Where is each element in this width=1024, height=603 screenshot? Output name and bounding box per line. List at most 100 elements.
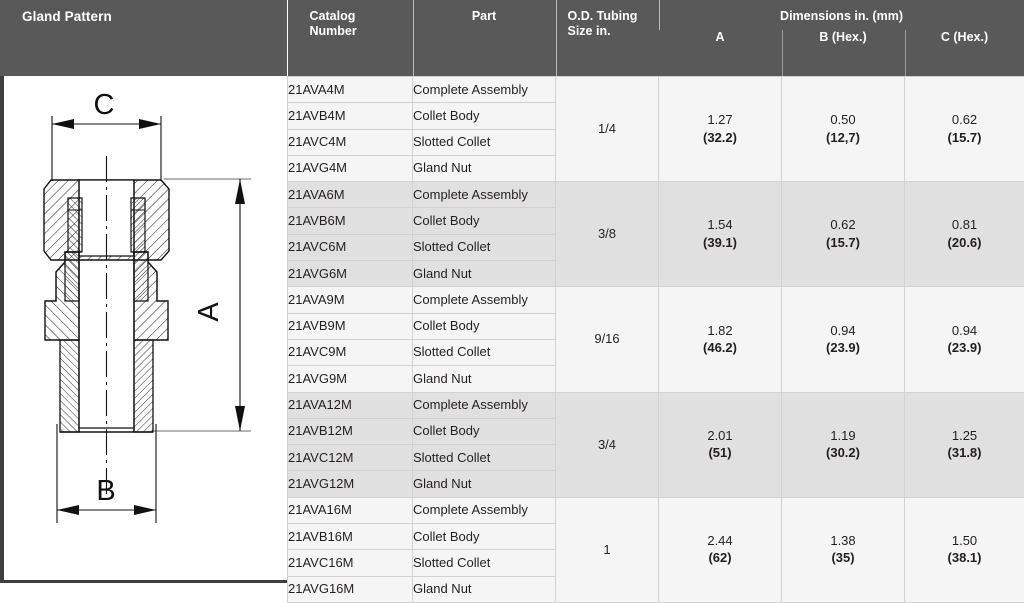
cell-part-name: Collet Body [413, 103, 556, 129]
part-header-label: Part [413, 0, 556, 24]
cell-part-name: Collet Body [413, 418, 556, 444]
col-header-part: Part [413, 0, 556, 77]
dimension-value-inch: 1.38 [782, 534, 904, 548]
cell-part-name: Gland Nut [413, 155, 556, 181]
cell-catalog-number: 21AVG12M [288, 471, 413, 497]
gland-pattern-header: Gland Pattern [0, 0, 287, 76]
svg-text:C: C [94, 89, 115, 121]
cell-dimension-c: 0.94 (23.9) [905, 287, 1024, 392]
cell-part-name: Slotted Collet [413, 129, 556, 155]
dimension-c-label: C (Hex.) [905, 30, 1024, 54]
cell-part-name: Collet Body [413, 313, 556, 339]
dimension-value-mm: (35) [782, 551, 904, 565]
table-row: 21AVA4MComplete Assembly1/41.27(32.2)0.5… [288, 77, 1024, 103]
cell-dimension-c: 1.25 (31.8) [905, 392, 1024, 497]
cell-dimension-b: 1.38 (35) [782, 497, 905, 602]
dimension-value-inch: 0.81 [905, 218, 1024, 232]
col-header-dimensions-group: Dimensions in. (mm) [659, 0, 1024, 30]
cell-catalog-number: 21AVA9M [288, 287, 413, 313]
dimension-value-mm: (46.2) [659, 341, 781, 355]
spec-sheet: Gland Pattern [0, 0, 1024, 583]
dimension-value-mm: (20.6) [905, 236, 1024, 250]
cell-catalog-number: 21AVB4M [288, 103, 413, 129]
col-header-dimension-c: C (Hex.) [905, 30, 1024, 77]
cell-part-name: Complete Assembly [413, 287, 556, 313]
catalog-header-line2: Number [310, 24, 407, 39]
cell-dimension-b: 1.19(30.2) [782, 392, 905, 497]
cell-part-name: Gland Nut [413, 471, 556, 497]
cell-od-tubing-size: 3/4 [556, 392, 659, 497]
dimension-value-inch: 1.27 [659, 113, 781, 127]
od-header-line2: Size in. [568, 24, 653, 39]
cell-catalog-number: 21AVB16M [288, 524, 413, 550]
dimension-value-inch: 1.54 [659, 218, 781, 232]
cell-catalog-number: 21AVB9M [288, 313, 413, 339]
dimension-value-mm: (15.7) [905, 131, 1024, 145]
cell-dimension-a: 2.44(62) [659, 497, 782, 602]
cell-part-name: Collet Body [413, 524, 556, 550]
cell-catalog-number: 21AVC9M [288, 339, 413, 365]
cell-part-name: Gland Nut [413, 366, 556, 392]
cell-catalog-number: 21AVG6M [288, 261, 413, 287]
cell-catalog-number: 21AVC12M [288, 445, 413, 471]
svg-text:A: A [193, 302, 225, 322]
specifications-table-body: 21AVA4MComplete Assembly1/41.27(32.2)0.5… [288, 77, 1024, 603]
dimension-value-inch: 0.62 [905, 113, 1024, 127]
dimension-value-inch: 1.19 [782, 429, 904, 443]
dimension-value-mm: (51) [659, 446, 781, 460]
cell-catalog-number: 21AVB6M [288, 208, 413, 234]
cell-catalog-number: 21AVG16M [288, 576, 413, 602]
dimension-value-inch: 0.94 [782, 324, 904, 338]
dimension-value-inch: 0.94 [905, 324, 1024, 338]
cell-catalog-number: 21AVA6M [288, 182, 413, 208]
dimension-a-label: A [659, 30, 782, 54]
dimension-value-mm: (31.8) [905, 446, 1024, 460]
cell-part-name: Collet Body [413, 208, 556, 234]
table-row: 21AVA16MComplete Assembly12.44(62)1.38(3… [288, 497, 1024, 523]
col-header-dimension-b: B (Hex.) [782, 30, 905, 77]
table-row: 21AVA6MComplete Assembly3/81.54(39.1)0.6… [288, 182, 1024, 208]
cell-dimension-b: 0.50(12,7) [782, 77, 905, 182]
cell-part-name: Slotted Collet [413, 445, 556, 471]
dimension-value-mm: (38.1) [905, 551, 1024, 565]
dimension-value-inch: 1.25 [905, 429, 1024, 443]
cell-dimension-a: 1.27 (32.2) [659, 77, 782, 182]
dimension-value-inch: 0.62 [782, 218, 904, 232]
cell-dimension-c: 0.62 (15.7) [905, 77, 1024, 182]
cell-catalog-number: 21AVC4M [288, 129, 413, 155]
dimension-value-mm: (39.1) [659, 236, 781, 250]
gland-pattern-title: Gland Pattern [22, 9, 112, 24]
cell-dimension-b: 0.94 (23.9) [782, 287, 905, 392]
dimension-value-mm: (23.9) [782, 341, 904, 355]
specifications-table: Catalog Number Part O.D. Tubing Size in. [287, 0, 1024, 603]
cell-catalog-number: 21AVC6M [288, 234, 413, 260]
cell-part-name: Slotted Collet [413, 339, 556, 365]
cell-part-name: Gland Nut [413, 576, 556, 602]
cell-catalog-number: 21AVG4M [288, 155, 413, 181]
cell-dimension-b: 0.62 (15.7) [782, 182, 905, 287]
dimension-value-mm: (15.7) [782, 236, 904, 250]
dimension-value-inch: 1.82 [659, 324, 781, 338]
od-header-line1: O.D. Tubing [568, 9, 653, 24]
gland-pattern-panel: Gland Pattern [0, 0, 287, 583]
cell-catalog-number: 21AVC16M [288, 550, 413, 576]
cell-od-tubing-size: 9/16 [556, 287, 659, 392]
dimension-value-mm: (12,7) [782, 131, 904, 145]
col-header-catalog-number: Catalog Number [288, 0, 413, 77]
cell-part-name: Slotted Collet [413, 234, 556, 260]
dimension-value-mm: (23.9) [905, 341, 1024, 355]
cell-catalog-number: 21AVA4M [288, 77, 413, 103]
dimension-value-mm: (32.2) [659, 131, 781, 145]
cell-od-tubing-size: 1 [556, 497, 659, 602]
table-row: 21AVA12MComplete Assembly3/42.01(51)1.19… [288, 392, 1024, 418]
cell-catalog-number: 21AVB12M [288, 418, 413, 444]
cell-catalog-number: 21AVA16M [288, 497, 413, 523]
cell-od-tubing-size: 3/8 [556, 182, 659, 287]
cell-od-tubing-size: 1/4 [556, 77, 659, 182]
gland-pattern-drawing-area: C A B [0, 76, 287, 583]
cell-part-name: Slotted Collet [413, 550, 556, 576]
cell-dimension-c: 1.50(38.1) [905, 497, 1024, 602]
cell-part-name: Complete Assembly [413, 77, 556, 103]
col-header-dimension-a: A [659, 30, 782, 77]
catalog-header-line1: Catalog [310, 9, 407, 24]
